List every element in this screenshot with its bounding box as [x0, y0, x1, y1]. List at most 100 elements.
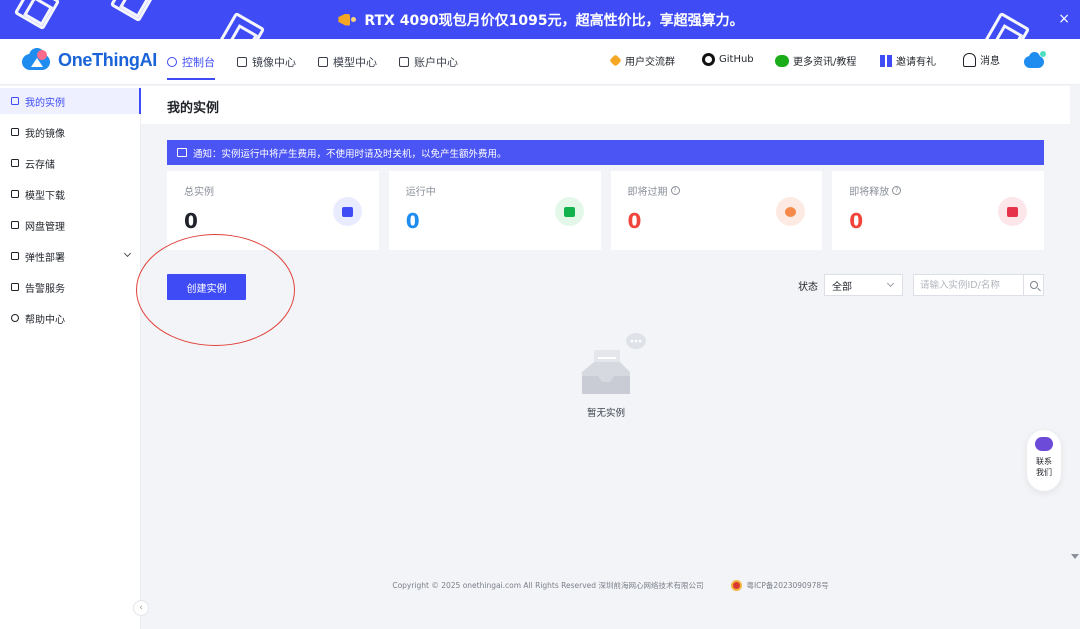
clock-icon: [776, 197, 806, 226]
megaphone-icon: [336, 11, 357, 29]
status-select[interactable]: 全部: [824, 274, 903, 296]
messages-link[interactable]: 消息: [963, 52, 1000, 67]
sidebar-item-label: 模型下载: [25, 190, 65, 202]
github-icon: [702, 53, 715, 66]
stat-card-running: 运行中 0: [388, 171, 601, 250]
deploy-icon: [11, 252, 19, 260]
top-header: OneThingAI 控制台 镜像中心 模型中心 账户中心 用户交流群 GitH…: [0, 39, 1080, 85]
create-instance-button[interactable]: 创建实例: [167, 274, 246, 300]
sidebar: 我的实例 我的镜像 云存储 模型下载 网盘管理 弹性部署 告警服务 帮助中心: [0, 86, 141, 629]
nav-label: 账户中心: [414, 56, 458, 69]
sidebar-item-label: 我的实例: [25, 97, 65, 109]
nav-console[interactable]: 控制台: [167, 39, 215, 85]
chevron-down-icon: [123, 249, 132, 258]
stat-label: 即将过期: [627, 187, 668, 198]
empty-inbox-icon: [582, 333, 646, 394]
notice-text: 通知：实例运行中将产生费用，不使用时请及时关机，以免产生额外费用。: [193, 148, 507, 160]
release-icon: [998, 197, 1027, 226]
play-icon: [554, 197, 584, 226]
scroll-down-icon[interactable]: [1071, 554, 1079, 559]
server-icon: [332, 197, 362, 226]
bell-icon: [963, 52, 976, 67]
question-icon[interactable]: ?: [892, 186, 902, 195]
sidebar-item-label: 云存储: [25, 159, 55, 171]
github-label: GitHub: [719, 54, 754, 65]
stat-label: 运行中: [405, 187, 436, 198]
news-label: 更多资讯/教程: [793, 57, 857, 68]
footer-icp[interactable]: 粤ICP备2023090978号: [731, 580, 829, 591]
page-title: 我的实例: [167, 101, 220, 116]
sidebar-item-label: 帮助中心: [25, 314, 65, 326]
chat-group-icon: [609, 54, 622, 67]
nav-account-center[interactable]: 账户中心: [399, 39, 458, 85]
model-icon: [318, 57, 328, 67]
sidebar-item-cloud-storage[interactable]: 云存储: [0, 150, 140, 176]
contact-label: 联系: [1036, 457, 1052, 466]
account-icon: [399, 57, 409, 67]
folder-icon: [11, 159, 19, 167]
chevron-down-icon: [886, 279, 895, 288]
stat-card-releasing: 即将释放 ? 0: [832, 171, 1044, 250]
sidebar-item-help-center[interactable]: 帮助中心: [0, 305, 140, 331]
stat-value: 0: [184, 209, 198, 233]
sidebar-item-label: 弹性部署: [25, 252, 65, 264]
banner-text: RTX 4090现包月价仅1095元，超高性价比，享超强算力。: [364, 12, 744, 29]
logo[interactable]: OneThingAI: [22, 48, 157, 72]
disk-icon: [11, 221, 19, 229]
notice-bar: 通知：实例运行中将产生费用，不使用时请及时关机，以免产生额外费用。: [167, 140, 1044, 165]
promo-banner[interactable]: RTX 4090现包月价仅1095元，超高性价比，享超强算力。 ×: [0, 0, 1080, 39]
stats-row: 总实例 0 运行中 0 即将过期 ? 0 即将释放 ? 0: [167, 171, 1044, 250]
invite-label: 邀请有礼: [896, 57, 936, 68]
nav-label: 镜像中心: [252, 56, 296, 69]
speaker-icon: [177, 148, 187, 157]
close-icon[interactable]: ×: [1058, 11, 1070, 27]
help-icon: [11, 314, 19, 322]
sidebar-item-label: 我的镜像: [25, 128, 65, 140]
collapse-sidebar-button[interactable]: ‹: [133, 600, 149, 616]
mirror-icon: [11, 128, 19, 136]
police-badge-icon: [731, 580, 743, 591]
user-group-link[interactable]: 用户交流群: [609, 53, 675, 68]
invite-link[interactable]: 邀请有礼: [880, 53, 936, 68]
avatar[interactable]: [1024, 51, 1046, 69]
footer-copyright: Copyright © 2025 onethingai.com All Righ…: [392, 581, 704, 590]
sidebar-item-disk-management[interactable]: 网盘管理: [0, 212, 140, 238]
nav-model-center[interactable]: 模型中心: [318, 39, 377, 85]
stat-value: 0: [405, 209, 420, 233]
contact-us-button[interactable]: 联系 我们: [1027, 430, 1061, 491]
sidebar-item-label: 告警服务: [25, 283, 65, 295]
search-input[interactable]: [913, 274, 1023, 296]
search-button[interactable]: [1023, 274, 1044, 296]
stat-label: 总实例: [184, 187, 214, 198]
cloud-logo-icon: [22, 48, 52, 72]
sidebar-item-label: 网盘管理: [25, 221, 65, 233]
status-filter: 状态 全部: [798, 274, 903, 296]
search-icon: [1029, 281, 1038, 289]
sidebar-item-model-download[interactable]: 模型下载: [0, 181, 140, 207]
logo-text: OneThingAI: [58, 49, 157, 70]
footer: Copyright © 2025 onethingai.com All Righ…: [141, 580, 1080, 591]
chat-bubble-icon: [1035, 437, 1053, 451]
top-nav: 控制台 镜像中心 模型中心 账户中心: [167, 39, 458, 85]
contact-label: 我们: [1036, 468, 1052, 477]
empty-state-text: 暂无实例: [586, 408, 625, 419]
news-link[interactable]: 更多资讯/教程: [775, 53, 856, 68]
icp-text: 粤ICP备2023090978号: [746, 581, 829, 590]
stat-value: 0: [849, 209, 864, 233]
sidebar-item-elastic-deploy[interactable]: 弹性部署: [0, 243, 140, 269]
sidebar-item-alarm-service[interactable]: 告警服务: [0, 274, 140, 300]
status-select-value: 全部: [832, 281, 852, 293]
nav-label: 模型中心: [333, 56, 377, 69]
sidebar-item-my-images[interactable]: 我的镜像: [0, 119, 140, 145]
stat-label: 即将释放: [849, 187, 890, 198]
image-icon: [237, 57, 247, 67]
question-icon[interactable]: ?: [670, 186, 680, 195]
messages-label: 消息: [980, 56, 1000, 67]
wechat-icon: [775, 54, 789, 67]
instance-icon: [11, 97, 19, 105]
nav-image-center[interactable]: 镜像中心: [237, 39, 296, 85]
sidebar-item-my-instances[interactable]: 我的实例: [0, 88, 141, 114]
alarm-icon: [11, 283, 19, 291]
github-link[interactable]: GitHub: [702, 53, 754, 66]
user-group-label: 用户交流群: [625, 57, 675, 68]
